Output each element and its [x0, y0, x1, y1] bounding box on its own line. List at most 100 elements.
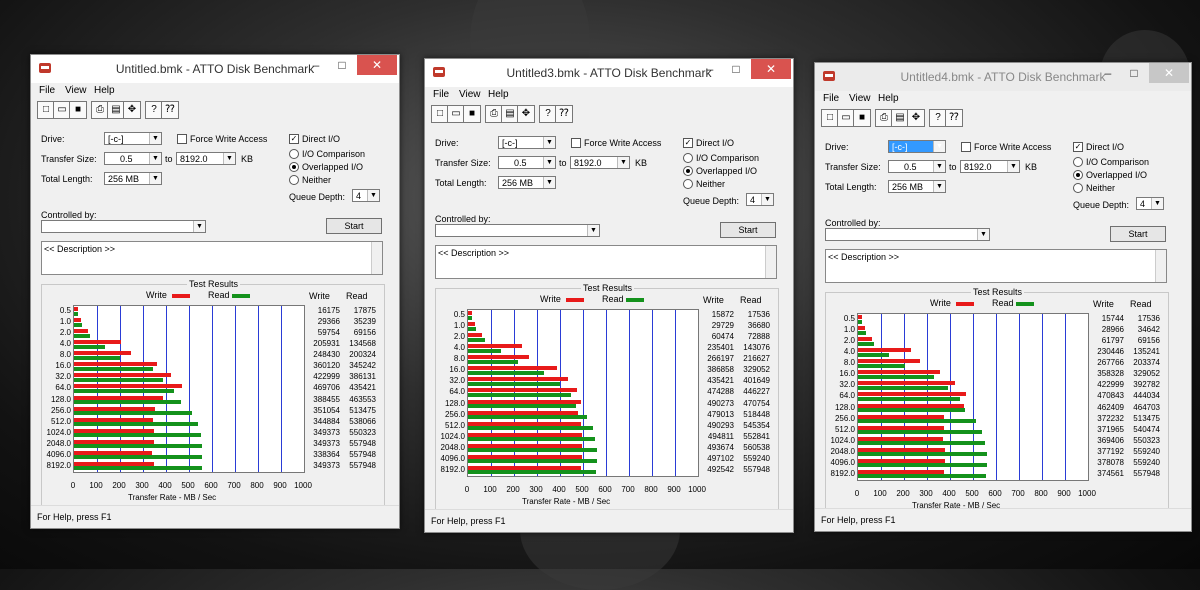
neither-radio[interactable]: [1073, 183, 1083, 193]
force-write-access-checkbox[interactable]: [571, 138, 581, 148]
queue-depth-select[interactable]: 4 ▼: [1136, 197, 1164, 210]
write-bar: [858, 425, 944, 430]
description-text: << Description >>: [44, 244, 116, 254]
context-help-icon[interactable]: ⁇: [555, 105, 573, 123]
scrollbar[interactable]: [1155, 250, 1166, 282]
menu-help[interactable]: Help: [878, 93, 899, 104]
transfer-size-to-select[interactable]: 8192.0 ▼: [570, 156, 630, 169]
y-tick-label: 1.0: [453, 321, 465, 331]
menu-file[interactable]: File: [39, 85, 55, 96]
start-button[interactable]: Start: [720, 222, 776, 238]
neither-radio[interactable]: [289, 175, 299, 185]
menu-view[interactable]: View: [849, 93, 871, 104]
read-column-header: Read: [346, 291, 368, 301]
transfer-size-from-select[interactable]: 0.5 ▼: [498, 156, 556, 169]
menu-view[interactable]: View: [459, 89, 481, 100]
read-value: 446227: [743, 387, 770, 397]
direct-io-checkbox[interactable]: ✓: [289, 134, 299, 144]
context-help-icon[interactable]: ⁇: [161, 101, 179, 119]
to-label: to: [559, 158, 567, 168]
read-bar: [858, 330, 866, 335]
grid-line: [258, 306, 259, 472]
minimize-button[interactable]: –: [1095, 63, 1121, 83]
grid-line: [1042, 314, 1043, 480]
transfer-size-from-select[interactable]: 0.5 ▼: [888, 160, 946, 173]
total-length-select[interactable]: 256 MB ▼: [104, 172, 162, 185]
controlled-by-select[interactable]: ▼: [41, 220, 206, 233]
minimize-button[interactable]: –: [303, 55, 329, 75]
save-icon[interactable]: ■: [463, 105, 481, 123]
read-value: 329052: [1133, 369, 1160, 379]
write-value: 378078: [1097, 457, 1124, 467]
menu-file[interactable]: File: [823, 93, 839, 104]
controlled-by-select[interactable]: ▼: [435, 224, 600, 237]
start-button[interactable]: Start: [1110, 226, 1166, 242]
queue-depth-select[interactable]: 4 ▼: [352, 189, 380, 202]
direct-io-checkbox[interactable]: ✓: [1073, 142, 1083, 152]
io-comparison-radio[interactable]: [289, 149, 299, 159]
title-bar[interactable]: Untitled3.bmk - ATTO Disk Benchmark – □ …: [425, 59, 793, 87]
write-value: 235401: [707, 343, 734, 353]
atto-window-3[interactable]: Untitled4.bmk - ATTO Disk Benchmark – □ …: [814, 62, 1192, 532]
move-icon[interactable]: ✥: [907, 109, 925, 127]
chevron-down-icon: ▼: [149, 133, 161, 144]
transfer-size-to-select[interactable]: 8192.0 ▼: [960, 160, 1020, 173]
scrollbar[interactable]: [371, 242, 382, 274]
scrollbar[interactable]: [765, 246, 776, 278]
transfer-size-from-select[interactable]: 0.5 ▼: [104, 152, 162, 165]
title-bar[interactable]: Untitled4.bmk - ATTO Disk Benchmark – □ …: [815, 63, 1191, 91]
start-button[interactable]: Start: [326, 218, 382, 234]
save-icon[interactable]: ■: [69, 101, 87, 119]
description-field[interactable]: << Description >>: [435, 245, 777, 279]
description-field[interactable]: << Description >>: [825, 249, 1167, 283]
read-value: 560538: [743, 442, 770, 452]
direct-io-checkbox[interactable]: ✓: [683, 138, 693, 148]
move-icon[interactable]: ✥: [517, 105, 535, 123]
overlapped-io-radio[interactable]: [289, 162, 299, 172]
overlapped-io-radio[interactable]: [1073, 170, 1083, 180]
close-button[interactable]: ✕: [357, 55, 397, 75]
drive-select[interactable]: [-c-] ▼: [888, 140, 946, 153]
description-field[interactable]: << Description >>: [41, 241, 383, 275]
y-tick-label: 4096.0: [440, 453, 465, 463]
test-results-group: Test Results Write Read Write Read 0.5 1.…: [41, 279, 385, 508]
write-value: 422999: [1097, 380, 1124, 390]
to-label: to: [165, 154, 173, 164]
read-value: 550323: [1133, 435, 1160, 445]
total-length-select[interactable]: 256 MB ▼: [888, 180, 946, 193]
total-length-select[interactable]: 256 MB ▼: [498, 176, 556, 189]
read-bar: [74, 422, 198, 427]
menu-help[interactable]: Help: [488, 89, 509, 100]
maximize-button[interactable]: □: [329, 55, 355, 75]
maximize-button[interactable]: □: [723, 59, 749, 79]
read-bar: [858, 341, 874, 346]
neither-radio[interactable]: [683, 179, 693, 189]
force-write-access-checkbox[interactable]: [961, 142, 971, 152]
atto-window-2[interactable]: Untitled3.bmk - ATTO Disk Benchmark – □ …: [424, 58, 794, 533]
atto-window-1[interactable]: Untitled.bmk - ATTO Disk Benchmark – □ ✕…: [30, 54, 400, 529]
queue-depth-select[interactable]: 4 ▼: [746, 193, 774, 206]
close-button[interactable]: ✕: [1149, 63, 1189, 83]
controlled-by-select[interactable]: ▼: [825, 228, 990, 241]
close-button[interactable]: ✕: [751, 59, 791, 79]
chevron-down-icon: ▼: [149, 173, 161, 184]
save-icon[interactable]: ■: [853, 109, 871, 127]
maximize-button[interactable]: □: [1121, 63, 1147, 83]
menu-file[interactable]: File: [433, 89, 449, 100]
transfer-size-to-select[interactable]: 8192.0 ▼: [176, 152, 236, 165]
minimize-button[interactable]: –: [697, 59, 723, 79]
context-help-icon[interactable]: ⁇: [945, 109, 963, 127]
move-icon[interactable]: ✥: [123, 101, 141, 119]
io-comparison-radio[interactable]: [1073, 157, 1083, 167]
io-comparison-radio[interactable]: [683, 153, 693, 163]
drive-select[interactable]: [-c-] ▼: [104, 132, 162, 145]
drive-select[interactable]: [-c-] ▼: [498, 136, 556, 149]
y-tick-label: 8.0: [843, 358, 855, 368]
title-bar[interactable]: Untitled.bmk - ATTO Disk Benchmark – □ ✕: [31, 55, 399, 83]
menu-view[interactable]: View: [65, 85, 87, 96]
write-column-header: Write: [1093, 299, 1114, 309]
menu-help[interactable]: Help: [94, 85, 115, 96]
overlapped-io-radio[interactable]: [683, 166, 693, 176]
total-length-label: Total Length:: [435, 178, 487, 188]
force-write-access-checkbox[interactable]: [177, 134, 187, 144]
